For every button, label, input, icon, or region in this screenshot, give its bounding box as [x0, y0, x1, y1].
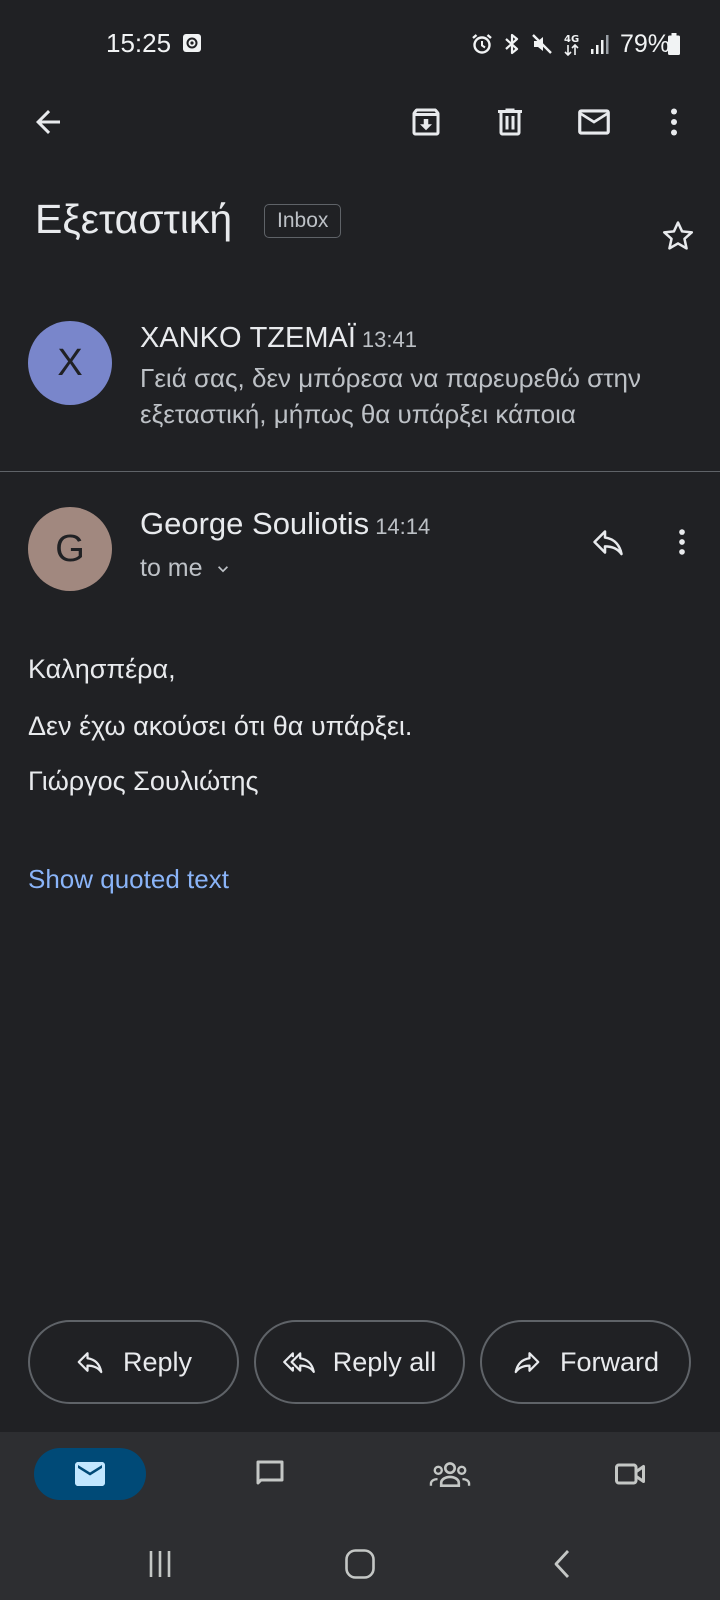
recent-apps-button[interactable]	[130, 1540, 190, 1588]
status-bar: 15:25 4G 79%	[0, 0, 720, 90]
status-icons: 4G 79%	[470, 28, 670, 60]
archive-button[interactable]	[402, 98, 450, 146]
top-app-bar	[0, 90, 720, 154]
home-icon	[345, 1549, 375, 1579]
mute-icon	[532, 34, 552, 54]
show-quoted-text-link[interactable]: Show quoted text	[28, 864, 229, 895]
recipient-details-toggle[interactable]: to me	[140, 554, 233, 583]
alarm-icon	[472, 34, 492, 54]
reply-button[interactable]: Reply	[28, 1320, 239, 1404]
mail-icon	[75, 1462, 105, 1486]
message-body-line: Γιώργος Σουλιώτης	[28, 766, 259, 796]
bluetooth-icon	[505, 33, 519, 55]
spaces-icon	[429, 1462, 471, 1488]
reply-icon	[77, 1352, 103, 1374]
battery-percent: 79%	[619, 29, 670, 58]
screen-recorder-icon	[182, 33, 202, 53]
signal-icon	[590, 35, 609, 54]
divider	[0, 471, 720, 472]
message-snippet: Γειά σας, δεν μπόρεσα να παρευρεθώ στην …	[140, 363, 641, 429]
message-body-line: Καλησπέρα,	[28, 654, 176, 684]
message-time: 14:14	[375, 514, 431, 539]
chat-icon	[256, 1460, 284, 1485]
sender-line: XANKO ΤΖΕΜΑΪ 13:41	[140, 322, 417, 355]
mark-unread-button[interactable]	[570, 98, 618, 146]
nav-mail[interactable]	[34, 1448, 146, 1500]
status-time: 15:25	[106, 28, 172, 58]
more-vert-icon	[679, 529, 685, 555]
archive-icon	[412, 108, 440, 136]
delete-button[interactable]	[486, 98, 534, 146]
reply-icon	[593, 530, 623, 556]
network-4g-icon: 4G	[564, 34, 579, 57]
chevron-down-icon	[217, 565, 228, 572]
star-icon	[662, 221, 694, 250]
nav-meet[interactable]	[600, 1448, 660, 1500]
message-body-line: Δεν έχω ακούσει ότι θα υπάρξει.	[28, 711, 413, 741]
reply-label: Reply	[122, 1346, 193, 1377]
bottom-navigation	[0, 1432, 720, 1600]
reply-all-button[interactable]: Reply all	[254, 1320, 465, 1404]
mark-unread-icon	[578, 109, 610, 135]
forward-icon	[514, 1352, 540, 1374]
sender-name: George Souliotis	[140, 506, 370, 541]
sender-name: XANKO ΤΖΕΜΑΪ	[140, 322, 356, 354]
nav-spaces[interactable]	[420, 1448, 480, 1500]
system-back-icon	[554, 1550, 570, 1578]
reply-all-icon	[282, 1352, 315, 1373]
more-options-button[interactable]	[650, 98, 698, 146]
thread-subject: Εξεταστική	[35, 196, 233, 242]
battery-icon	[668, 33, 680, 55]
back-arrow-icon	[36, 110, 60, 134]
inbox-label-chip[interactable]: Inbox	[264, 204, 342, 238]
recent-apps-icon	[149, 1551, 171, 1577]
forward-label: Forward	[559, 1346, 660, 1377]
nav-chat[interactable]	[240, 1448, 300, 1500]
message-reply-button[interactable]	[584, 518, 632, 566]
message-time: 13:41	[361, 327, 417, 352]
reply-all-label: Reply all	[332, 1346, 437, 1377]
avatar[interactable]: G	[28, 507, 112, 591]
home-button[interactable]	[330, 1540, 390, 1588]
more-vert-icon	[671, 108, 677, 136]
forward-button[interactable]: Forward	[480, 1320, 691, 1404]
message-more-button[interactable]	[658, 518, 706, 566]
avatar[interactable]: X	[28, 321, 112, 405]
meet-icon	[615, 1463, 645, 1485]
back-button[interactable]	[24, 98, 72, 146]
star-button[interactable]	[654, 212, 702, 260]
svg-text:4G: 4G	[564, 34, 579, 45]
recipient-label: to me	[140, 554, 203, 582]
delete-icon	[498, 108, 522, 136]
sender-line: George Souliotis 14:14	[140, 506, 430, 542]
system-back-button[interactable]	[532, 1540, 592, 1588]
